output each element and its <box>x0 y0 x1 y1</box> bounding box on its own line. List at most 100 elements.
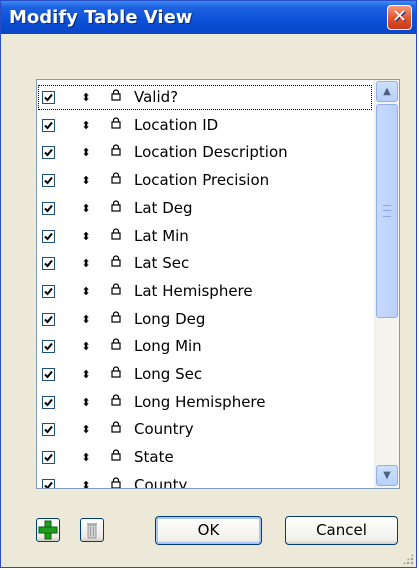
checkmark-icon <box>44 370 53 379</box>
checkmark-icon <box>44 204 53 213</box>
field-checkbox[interactable] <box>42 312 55 326</box>
checkmark-icon <box>44 93 53 102</box>
drag-handle-icon[interactable]: ⬍ <box>81 278 91 305</box>
grip-icon <box>383 205 391 217</box>
field-label: Lat Deg <box>134 198 193 217</box>
field-row[interactable]: ⬍ Country <box>37 416 373 443</box>
checkmark-icon <box>44 287 53 296</box>
drag-handle-icon[interactable]: ⬍ <box>81 139 91 166</box>
vertical-scrollbar[interactable]: ▲ ▼ <box>374 80 399 488</box>
lock-icon[interactable] <box>111 195 123 222</box>
cancel-button[interactable]: Cancel <box>285 516 398 545</box>
field-row[interactable]: ⬍ County <box>37 472 373 489</box>
field-label: Country <box>134 420 194 439</box>
lock-icon[interactable] <box>111 139 123 166</box>
field-label: Lat Hemisphere <box>134 281 253 300</box>
checkmark-icon <box>44 176 53 185</box>
drag-handle-icon[interactable]: ⬍ <box>81 389 91 416</box>
drag-handle-icon[interactable]: ⬍ <box>81 361 91 388</box>
drag-handle-icon[interactable]: ⬍ <box>81 444 91 471</box>
checkmark-icon <box>44 426 53 434</box>
drag-handle-icon[interactable]: ⬍ <box>81 306 91 333</box>
lock-icon[interactable] <box>111 416 123 443</box>
field-row[interactable]: ⬍ State <box>37 444 373 471</box>
field-label: Long Sec <box>134 365 203 383</box>
drag-handle-icon[interactable]: ⬍ <box>81 84 91 111</box>
dialog-window: Modify Table View ✕ ⬍ Valid? ⬍ Location ID ⬍… <box>0 0 417 568</box>
field-label: Location ID <box>134 115 219 134</box>
drag-handle-icon[interactable]: ⬍ <box>81 472 91 488</box>
field-label: Lat Sec <box>134 254 190 273</box>
field-checkbox[interactable] <box>42 368 55 381</box>
field-checkbox[interactable] <box>42 91 55 104</box>
field-label: Long Deg <box>134 309 206 328</box>
field-checkbox[interactable] <box>42 340 55 354</box>
close-icon: ✕ <box>391 6 408 27</box>
field-checkbox[interactable] <box>42 395 55 409</box>
lock-icon[interactable] <box>111 250 123 277</box>
field-row[interactable]: ⬍ Location Precision <box>37 167 373 194</box>
field-row[interactable]: ⬍ Lat Sec <box>37 250 373 277</box>
close-button[interactable]: ✕ <box>387 5 412 30</box>
drag-handle-icon[interactable]: ⬍ <box>81 112 91 139</box>
field-list[interactable]: ⬍ Valid? ⬍ Location ID ⬍ Location Description… <box>36 79 400 489</box>
field-label: County <box>134 475 188 489</box>
add-field-button[interactable] <box>36 518 60 542</box>
field-checkbox[interactable] <box>42 257 55 271</box>
field-label: State <box>134 448 174 467</box>
drag-handle-icon[interactable]: ⬍ <box>81 195 91 222</box>
field-row[interactable]: ⬍ Lat Deg <box>37 195 373 222</box>
drag-handle-icon[interactable]: ⬍ <box>81 416 91 443</box>
delete-field-button[interactable] <box>80 518 104 542</box>
drag-handle-icon[interactable]: ⬍ <box>81 223 91 250</box>
field-row[interactable]: ⬍ Lat Min <box>37 223 373 250</box>
lock-icon[interactable] <box>111 444 123 471</box>
lock-icon[interactable] <box>111 333 123 360</box>
lock-icon[interactable] <box>111 472 123 488</box>
lock-icon[interactable] <box>111 84 123 111</box>
field-row[interactable]: ⬍ Location ID <box>37 112 373 139</box>
field-row[interactable]: ⬍ Long Deg <box>37 306 373 333</box>
window-title: Modify Table View <box>9 7 193 28</box>
field-checkbox[interactable] <box>42 284 55 298</box>
field-row[interactable]: ⬍ Location Description <box>37 139 373 166</box>
ok-button[interactable]: OK <box>155 516 262 545</box>
drag-handle-icon[interactable]: ⬍ <box>81 167 91 194</box>
field-label: Valid? <box>134 88 179 106</box>
checkmark-icon <box>44 149 53 157</box>
scroll-down-button[interactable]: ▼ <box>376 465 398 486</box>
trash-icon <box>87 523 97 539</box>
lock-icon[interactable] <box>111 167 123 194</box>
resize-grip[interactable] <box>402 553 414 565</box>
title-bar[interactable]: Modify Table View ✕ <box>1 1 416 34</box>
lock-icon[interactable] <box>111 389 123 416</box>
field-checkbox[interactable] <box>42 118 55 132</box>
field-checkbox[interactable] <box>42 174 55 188</box>
lock-icon[interactable] <box>111 278 123 305</box>
checkmark-icon <box>44 453 53 462</box>
scroll-thumb[interactable] <box>376 104 398 318</box>
field-row[interactable]: ⬍ Valid? <box>37 84 373 111</box>
lock-icon[interactable] <box>111 361 123 388</box>
field-checkbox[interactable] <box>42 451 55 465</box>
field-label: Long Min <box>134 337 202 356</box>
lock-icon[interactable] <box>111 112 123 139</box>
scroll-up-button[interactable]: ▲ <box>376 81 398 102</box>
field-row[interactable]: ⬍ Lat Hemisphere <box>37 278 373 305</box>
drag-handle-icon[interactable]: ⬍ <box>81 250 91 277</box>
field-label: Location Precision <box>134 171 270 190</box>
field-row[interactable]: ⬍ Long Hemisphere <box>37 389 373 416</box>
field-checkbox[interactable] <box>42 146 55 160</box>
chevron-up-icon: ▲ <box>383 86 391 97</box>
field-checkbox[interactable] <box>42 201 55 215</box>
field-checkbox[interactable] <box>42 229 55 243</box>
drag-handle-icon[interactable]: ⬍ <box>81 333 91 360</box>
lock-icon[interactable] <box>111 223 123 250</box>
checkmark-icon <box>44 481 53 488</box>
field-checkbox[interactable] <box>42 423 55 437</box>
lock-icon[interactable] <box>111 306 123 333</box>
field-checkbox[interactable] <box>42 478 55 488</box>
field-row[interactable]: ⬍ Long Sec <box>37 361 373 388</box>
checkmark-icon <box>44 121 53 130</box>
field-row[interactable]: ⬍ Long Min <box>37 333 373 360</box>
